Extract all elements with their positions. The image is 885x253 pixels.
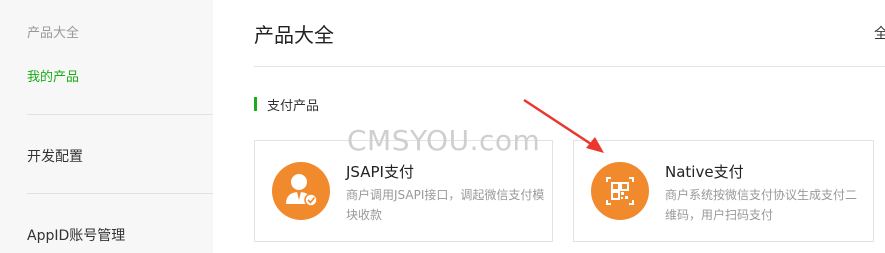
header-right-link[interactable]: 全 (874, 23, 885, 43)
card-title: Native支付 (665, 163, 744, 181)
user-check-icon (272, 162, 330, 220)
section-marker (254, 97, 257, 111)
section-title: 支付产品 (267, 99, 320, 114)
annotation-arrow-icon (523, 98, 604, 153)
sidebar-divider (27, 193, 213, 194)
header-divider (254, 66, 885, 67)
sidebar-item-my-products[interactable]: 我的产品 (27, 66, 79, 85)
qr-code-icon (591, 162, 649, 220)
sidebar-divider (27, 114, 213, 115)
card-description: 商户系统按微信支付协议生成支付二维码，用户扫码支付 (665, 188, 858, 222)
sidebar-item-dev-config[interactable]: 开发配置 (27, 146, 83, 166)
sidebar-category-label: 产品大全 (27, 26, 80, 41)
sidebar: 产品大全 我的产品 开发配置 AppID账号管理 (0, 0, 213, 253)
card-title: JSAPI支付 (346, 163, 414, 181)
product-card-native[interactable]: Native支付 商户系统按微信支付协议生成支付二维码，用户扫码支付 (573, 140, 874, 242)
page-title: 产品大全 (254, 23, 334, 47)
sidebar-item-appid-management[interactable]: AppID账号管理 (27, 225, 125, 245)
watermark-text: CMSYOU.com (347, 124, 541, 157)
card-description: 商户调用JSAPI接口，调起微信支付模块收款 (346, 188, 545, 222)
